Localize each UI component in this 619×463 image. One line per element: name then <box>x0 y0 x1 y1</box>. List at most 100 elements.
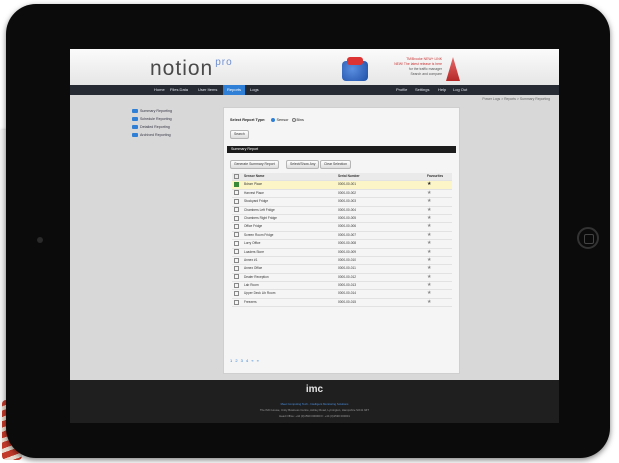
serial-number: 0000-00-014 <box>338 291 357 296</box>
sensor-name: Screen Room Fridge <box>244 232 274 237</box>
nav-settings[interactable]: Settings <box>411 85 433 95</box>
sidebar-item-archived[interactable]: Archived Reporting <box>130 131 222 139</box>
table-row[interactable]: Chambers Left Fridge 0000-00-004 ★ <box>232 207 452 215</box>
favourite-star-icon[interactable]: ★ <box>427 215 452 222</box>
table-row[interactable]: Dealer Reception 0000-00-012 ★ <box>232 274 452 283</box>
table-row[interactable]: Loaders Store 0000-00-009 ★ <box>232 249 452 257</box>
favourite-star-icon[interactable]: ★ <box>427 265 452 272</box>
promo-badge-icon <box>342 57 368 81</box>
generate-report-button[interactable]: Generate Summary Report <box>230 160 279 169</box>
nav-logs[interactable]: Logs <box>246 85 263 95</box>
table-row[interactable]: Freezers 0000-00-015 ★ <box>232 299 452 308</box>
favourite-star-icon[interactable]: ★ <box>427 207 452 214</box>
row-checkbox[interactable] <box>234 207 242 214</box>
serial-number: 0000-00-013 <box>338 283 357 288</box>
table-row[interactable]: Screen Room Fridge 0000-00-007 ★ <box>232 232 452 241</box>
row-checkbox[interactable] <box>234 232 242 239</box>
serial-number: 0000-00-005 <box>338 215 357 220</box>
main-nav: Home Files Data User Items Reports Logs … <box>70 85 559 95</box>
table-row[interactable]: Bdrcm Place 0000-00-001 ★ <box>232 181 452 190</box>
sensor-name: Freezers <box>244 299 257 304</box>
table-row[interactable]: Stockyard Fridge 0000-00-003 ★ <box>232 198 452 207</box>
nav-logout[interactable]: Log Out <box>449 85 471 95</box>
favourite-star-icon[interactable]: ★ <box>427 232 452 239</box>
table-row[interactable]: Lorry Office 0000-00-008 ★ <box>232 240 452 249</box>
serial-number: 0000-00-010 <box>338 257 357 262</box>
search-button[interactable]: Search <box>230 130 249 139</box>
sensor-name: Chambers Left Fridge <box>244 207 275 212</box>
nav-user-items[interactable]: User Items <box>194 85 221 95</box>
row-checkbox[interactable] <box>234 249 242 256</box>
row-checkbox[interactable] <box>234 215 242 222</box>
radio-bins[interactable] <box>291 118 296 122</box>
row-checkbox[interactable] <box>234 190 242 197</box>
row-checkbox[interactable] <box>234 257 242 264</box>
breadcrumb[interactable]: Power Logs > Reports > Summary Reporting <box>370 97 550 101</box>
header-checkbox[interactable] <box>234 173 242 180</box>
table-row[interactable]: Annex Office 0000-00-011 ★ <box>232 265 452 274</box>
sensor-name: Chambers Right Fridge <box>244 215 277 220</box>
table-header: Sensor Name Serial Number Favourites <box>232 173 452 182</box>
favourite-star-icon[interactable]: ★ <box>427 257 452 264</box>
sidebar-item-summary[interactable]: Summary Reporting <box>130 107 222 115</box>
sensor-name: Bdrcm Place <box>244 182 263 187</box>
footer-line-1[interactable]: Meet Computing Tech - Intelligent Monito… <box>70 402 559 406</box>
favourite-star-icon[interactable]: ★ <box>427 223 452 230</box>
table-row[interactable]: Harvest Place 0000-00-002 ★ <box>232 190 452 199</box>
chart-icon <box>132 125 138 129</box>
favourite-star-icon[interactable]: ★ <box>427 198 452 205</box>
sidebar-item-schedule[interactable]: Schedule Reporting <box>130 115 222 123</box>
row-checkbox[interactable] <box>234 181 242 188</box>
nav-help[interactable]: Help <box>434 85 450 95</box>
clear-selection-button[interactable]: Clear Selection <box>320 160 351 169</box>
pagination[interactable]: 1 2 3 4 « » <box>230 358 260 363</box>
favourite-star-icon[interactable]: ★ <box>427 299 452 306</box>
favourite-star-icon[interactable]: ★ <box>427 282 452 289</box>
serial-number: 0000-00-004 <box>338 207 357 212</box>
home-button[interactable] <box>577 227 599 249</box>
row-checkbox[interactable] <box>234 274 242 281</box>
favourite-star-icon[interactable]: ★ <box>427 240 452 247</box>
table-row[interactable]: Chambers Right Fridge 0000-00-005 ★ <box>232 215 452 224</box>
serial-number: 0000-00-008 <box>338 241 357 246</box>
sensor-name: Annex Office <box>244 266 263 271</box>
table-row[interactable]: Office Fridge 0000-00-006 ★ <box>232 223 452 232</box>
table-row[interactable]: Lab Room 0000-00-013 ★ <box>232 282 452 291</box>
favourite-star-icon[interactable]: ★ <box>427 190 452 197</box>
favourite-star-icon[interactable]: ★ <box>427 181 452 188</box>
radio-sensor[interactable] <box>271 118 276 122</box>
nav-files-data[interactable]: Files Data <box>166 85 192 95</box>
favourite-star-icon[interactable]: ★ <box>427 249 452 256</box>
app-logo[interactable]: notion pro <box>150 57 233 81</box>
sensor-name: Dealer Reception <box>244 274 269 279</box>
sensor-name: Lorry Office <box>244 241 261 246</box>
sensor-name: Loaders Store <box>244 249 265 254</box>
favourite-star-icon[interactable]: ★ <box>427 290 452 297</box>
footer: imc Meet Computing Tech - Intelligent Mo… <box>70 380 559 423</box>
favourite-star-icon[interactable]: ★ <box>427 274 452 281</box>
camera-icon <box>37 237 43 243</box>
row-checkbox[interactable] <box>234 282 242 289</box>
app-screen: notion pro TM/Brooke NEW+ LINK NEW! The l… <box>70 49 559 423</box>
table-row[interactable]: Upper Deck Lib Room 0000-00-014 ★ <box>232 290 452 299</box>
section-title: Summary Report <box>227 146 456 153</box>
serial-number: 0000-00-002 <box>338 190 357 195</box>
promo-text[interactable]: TM/Brooke NEW+ LINK NEW! The latest rele… <box>372 57 442 77</box>
sidebar-item-detailed[interactable]: Detailed Reporting <box>130 123 222 131</box>
serial-number: 0000-00-012 <box>338 274 357 279</box>
sensor-name: Harvest Place <box>244 190 264 195</box>
row-checkbox[interactable] <box>234 299 242 306</box>
footer-line-3: Head Office: +44 (0)1590 000000 F: +44 (… <box>279 414 350 418</box>
nav-reports[interactable]: Reports <box>223 85 246 95</box>
serial-number: 0000-00-003 <box>338 199 357 204</box>
select-show-button[interactable]: Select/Show Any <box>286 160 320 169</box>
nav-profile[interactable]: Profile <box>392 85 411 95</box>
sensor-name: Office Fridge <box>244 224 263 229</box>
footer-line-2: The IMC House, Unity Business Centre, As… <box>259 408 370 412</box>
row-checkbox[interactable] <box>234 265 242 272</box>
row-checkbox[interactable] <box>234 290 242 297</box>
row-checkbox[interactable] <box>234 240 242 247</box>
row-checkbox[interactable] <box>234 198 242 205</box>
row-checkbox[interactable] <box>234 223 242 230</box>
table-row[interactable]: Annex #1 0000-00-010 ★ <box>232 257 452 266</box>
